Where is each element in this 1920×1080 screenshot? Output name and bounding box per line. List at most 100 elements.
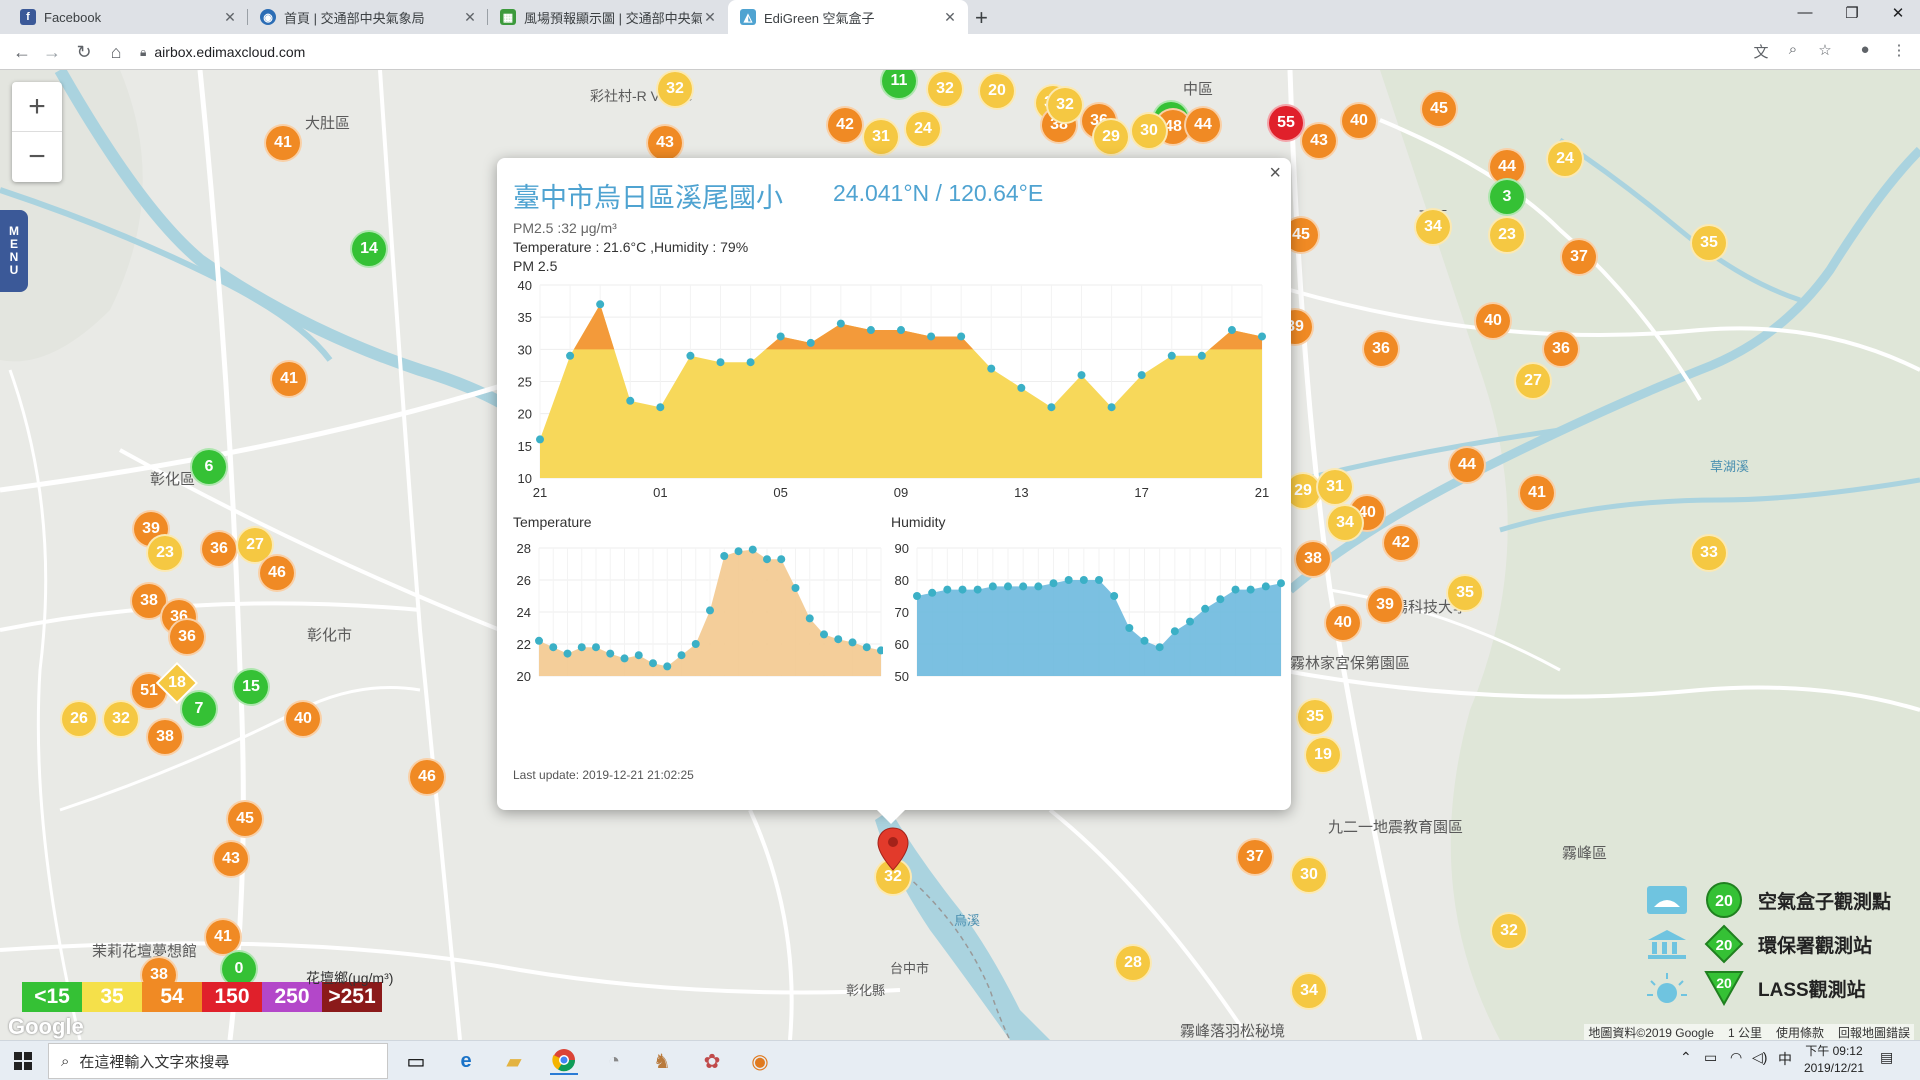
restore-icon[interactable]: ❐ xyxy=(1832,4,1872,22)
app-icon[interactable]: ♞ xyxy=(648,1047,676,1075)
lock-icon[interactable]: 🔒︎ xyxy=(140,45,146,60)
wifi-icon[interactable]: ◠ xyxy=(1730,1049,1742,1066)
pm25-marker[interactable]: 6 xyxy=(190,448,228,486)
close-window-icon[interactable]: ✕ xyxy=(1878,4,1918,22)
pm25-marker[interactable]: 30 xyxy=(1290,856,1328,894)
pm25-marker[interactable]: 24 xyxy=(1546,140,1584,178)
pm25-marker[interactable]: 31 xyxy=(862,118,900,156)
terms-link[interactable]: 使用條款 xyxy=(1776,1024,1824,1040)
app-icon[interactable]: ✿ xyxy=(698,1047,726,1075)
task-view-icon[interactable]: ▭ xyxy=(402,1047,430,1075)
pm25-marker[interactable]: 40 xyxy=(284,700,322,738)
pm25-marker[interactable]: 55 xyxy=(1267,104,1305,142)
pm25-marker[interactable]: 43 xyxy=(1300,122,1338,160)
pm25-marker[interactable]: 38 xyxy=(1294,540,1332,578)
pm25-marker[interactable]: 46 xyxy=(408,758,446,796)
pm25-marker[interactable]: 36 xyxy=(200,530,238,568)
pm25-marker[interactable]: 41 xyxy=(264,124,302,162)
edge-icon[interactable]: e xyxy=(452,1047,480,1075)
ime-indicator[interactable]: 中 xyxy=(1778,1049,1792,1069)
epa-station-marker[interactable]: 18 xyxy=(155,661,199,705)
pm25-marker[interactable]: 32 xyxy=(656,70,694,108)
pm25-marker[interactable]: 36 xyxy=(168,618,206,656)
system-clock[interactable]: 下午 09:12 2019/12/21 xyxy=(1804,1043,1864,1077)
google-logo[interactable]: Google xyxy=(8,1014,84,1040)
pm25-marker[interactable]: 41 xyxy=(270,360,308,398)
pm25-marker[interactable]: 34 xyxy=(1290,972,1328,1010)
home-icon[interactable]: ⌂ xyxy=(104,40,128,64)
pm25-marker[interactable]: 40 xyxy=(1474,302,1512,340)
tab-edigreen[interactable]: ◭ EdiGreen 空氣盒子 ✕ xyxy=(728,0,968,34)
zoom-in-button[interactable]: + xyxy=(12,82,62,132)
pm25-marker[interactable]: 42 xyxy=(826,106,864,144)
zoom-out-button[interactable]: − xyxy=(12,132,62,182)
pm25-marker[interactable]: 20 xyxy=(978,72,1016,110)
pm25-marker[interactable]: 34 xyxy=(1326,504,1364,542)
new-tab-icon[interactable]: + xyxy=(975,5,988,31)
pm25-marker[interactable]: 34 xyxy=(1414,208,1452,246)
tab-wind-forecast[interactable]: ▦ 風場預報顯示圖 | 交通部中央氣象 ✕ xyxy=(488,0,728,34)
address-bar[interactable]: 🔒︎ airbox.edimaxcloud.com xyxy=(140,38,1760,66)
pm25-marker[interactable]: 44 xyxy=(1184,106,1222,144)
pm25-marker[interactable]: 39 xyxy=(1366,586,1404,624)
windows-start-icon[interactable] xyxy=(14,1052,32,1070)
pm25-marker[interactable]: 43 xyxy=(212,840,250,878)
tab-cwb-home[interactable]: ◉ 首頁 | 交通部中央氣象局 ✕ xyxy=(248,0,488,34)
file-explorer-icon[interactable]: ▰ xyxy=(500,1047,528,1075)
pm25-marker[interactable]: 24 xyxy=(904,110,942,148)
pm25-marker[interactable]: 38 xyxy=(146,718,184,756)
minimize-icon[interactable]: — xyxy=(1785,4,1825,21)
chrome-icon[interactable] xyxy=(550,1047,578,1075)
profile-icon[interactable]: ● xyxy=(1854,41,1876,58)
app-icon[interactable]: ◔ xyxy=(600,1047,628,1075)
pm25-marker[interactable]: 3 xyxy=(1488,178,1526,216)
pm25-marker[interactable]: 27 xyxy=(1514,362,1552,400)
pm25-marker[interactable]: 40 xyxy=(1324,604,1362,642)
close-popup-button[interactable]: × xyxy=(1269,162,1281,185)
pm25-marker[interactable]: 35 xyxy=(1446,574,1484,612)
tray-expand-icon[interactable]: ⌃ xyxy=(1680,1049,1692,1066)
taskbar-search[interactable]: ⌕ 在這裡輸入文字來搜尋 xyxy=(48,1043,388,1079)
pm25-marker[interactable]: 37 xyxy=(1560,238,1598,276)
pm25-marker[interactable]: 30 xyxy=(1130,112,1168,150)
zoom-icon[interactable]: ⌕ xyxy=(1782,41,1804,58)
pm25-marker[interactable]: 26 xyxy=(60,700,98,738)
pm25-marker[interactable]: 32 xyxy=(102,700,140,738)
pm25-marker[interactable]: 14 xyxy=(350,230,388,268)
tab-facebook[interactable]: f Facebook ✕ xyxy=(8,0,248,34)
blender-icon[interactable]: ◉ xyxy=(746,1047,774,1075)
pm25-marker[interactable]: 42 xyxy=(1382,524,1420,562)
map-canvas[interactable]: 大肚區 彰化區 彰化市 中區 平區 霧峰區 霧林家宮保第園區 九二一地震教育園區… xyxy=(0,70,1920,1040)
pm25-marker[interactable]: 33 xyxy=(1690,534,1728,572)
pm25-marker[interactable]: 46 xyxy=(258,554,296,592)
pm25-marker[interactable]: 23 xyxy=(1488,216,1526,254)
more-menu-icon[interactable]: ⋮ xyxy=(1888,41,1910,59)
pm25-marker[interactable]: 41 xyxy=(1518,474,1556,512)
pm25-marker[interactable]: 36 xyxy=(1542,330,1580,368)
tab-close-icon[interactable]: ✕ xyxy=(462,9,478,26)
pm25-marker[interactable]: 32 xyxy=(926,70,964,108)
tab-close-icon[interactable]: ✕ xyxy=(702,9,718,26)
tab-close-icon[interactable]: ✕ xyxy=(222,9,238,26)
menu-button[interactable]: MENU xyxy=(0,210,28,292)
notification-icon[interactable]: ▤ xyxy=(1880,1049,1893,1066)
battery-icon[interactable]: ▭ xyxy=(1704,1049,1717,1066)
pm25-marker[interactable]: 40 xyxy=(1340,102,1378,140)
volume-icon[interactable]: ◁) xyxy=(1752,1049,1767,1066)
report-error-link[interactable]: 回報地圖錯誤 xyxy=(1838,1024,1910,1040)
pm25-marker[interactable]: 45 xyxy=(226,800,264,838)
pm25-marker[interactable]: 36 xyxy=(1362,330,1400,368)
back-icon[interactable]: ← xyxy=(10,40,34,64)
pm25-marker[interactable]: 45 xyxy=(1420,90,1458,128)
pm25-marker[interactable]: 15 xyxy=(232,668,270,706)
bookmark-star-icon[interactable]: ☆ xyxy=(1814,41,1836,59)
translate-icon[interactable]: 文 xyxy=(1750,41,1772,62)
tab-close-icon[interactable]: ✕ xyxy=(942,9,958,26)
pm25-marker[interactable]: 28 xyxy=(1114,944,1152,982)
pm25-marker[interactable]: 31 xyxy=(1316,468,1354,506)
pm25-marker[interactable]: 35 xyxy=(1296,698,1334,736)
pm25-marker[interactable]: 37 xyxy=(1236,838,1274,876)
pm25-marker[interactable]: 32 xyxy=(1046,86,1084,124)
pm25-marker[interactable]: 44 xyxy=(1448,446,1486,484)
pm25-marker[interactable]: 19 xyxy=(1304,736,1342,774)
